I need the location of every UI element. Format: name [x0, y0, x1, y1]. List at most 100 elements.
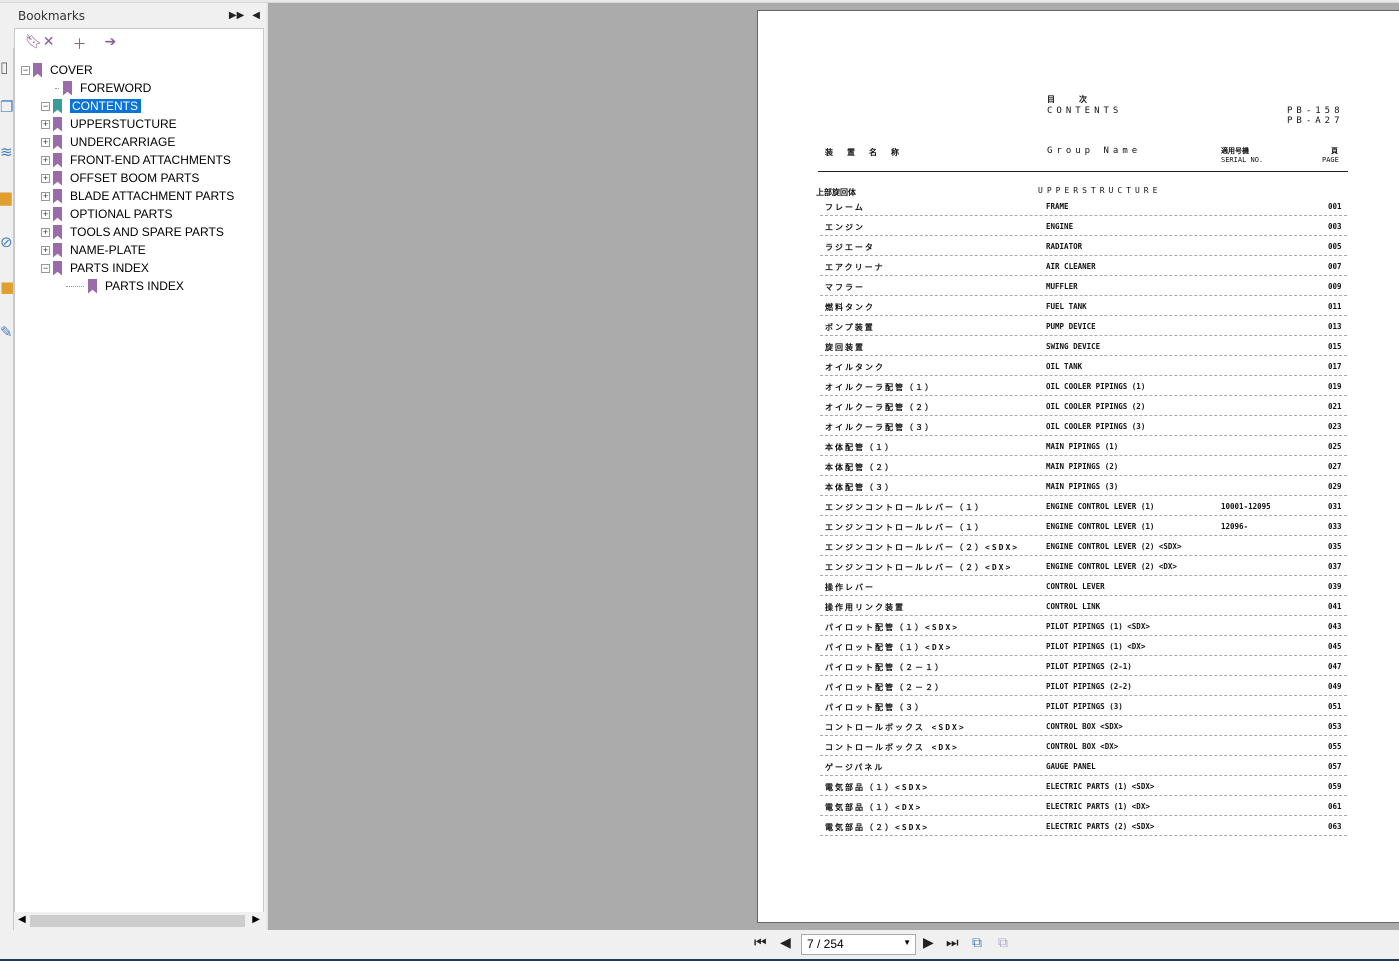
row-divider	[820, 295, 1347, 296]
col-header-jp: 装 置 名 称	[825, 148, 902, 157]
bookmark-item[interactable]: − COVER	[21, 61, 93, 79]
row-group-en: CONTROL LEVER	[1046, 582, 1105, 591]
bookmark-item[interactable]: − PARTS INDEX	[41, 259, 149, 277]
bookmark-item[interactable]: + NAME-PLATE	[41, 241, 146, 259]
collapse-icon[interactable]: −	[41, 101, 50, 111]
row-group-en: ENGINE CONTROL LEVER (2) <SDX>	[1046, 542, 1182, 551]
row-group-en: PILOT PIPINGS (2-2)	[1046, 682, 1132, 691]
comments-icon[interactable]: ▆	[0, 188, 14, 206]
bookmark-item[interactable]: − CONTENTS	[41, 97, 141, 115]
horizontal-scrollbar[interactable]: ◀ ▶	[14, 912, 264, 930]
expand-icon[interactable]: +	[41, 137, 50, 147]
previous-view-icon[interactable]: ⧉	[972, 935, 982, 951]
page-thumbnails-icon[interactable]: ▯	[0, 58, 14, 76]
signature-icon[interactable]: ✎	[0, 323, 14, 341]
title-en: CONTENTS	[1047, 106, 1123, 116]
row-divider	[820, 375, 1347, 376]
bookmark-item[interactable]: + FRONT-END ATTACHMENTS	[41, 151, 231, 169]
row-page: 049	[1328, 682, 1342, 691]
bookmark-item[interactable]: + UNDERCARRIAGE	[41, 133, 175, 151]
chevron-down-icon[interactable]: ▼	[903, 938, 911, 947]
prev-page-button[interactable]: ◀	[780, 935, 791, 951]
bookmark-label: FRONT-END ATTACHMENTS	[70, 153, 231, 167]
page-number-input[interactable]: 7 / 254 ▼	[801, 934, 916, 955]
bookmark-icon	[53, 98, 62, 114]
row-page: 045	[1328, 642, 1342, 651]
expand-icon[interactable]: +	[41, 245, 50, 255]
add-bookmark-icon[interactable]: ＋	[73, 34, 87, 61]
row-group-jp: 燃料タンク	[825, 303, 875, 312]
bookmark-label: UPPERSTUCTURE	[70, 117, 177, 131]
row-group-en: FRAME	[1046, 202, 1069, 211]
row-group-jp: ゲージパネル	[825, 763, 885, 772]
row-group-jp: パイロット配管（１）<DX>	[825, 643, 953, 652]
row-page: 011	[1328, 302, 1342, 311]
section-jp: 上部旋回体	[816, 188, 856, 197]
row-page: 053	[1328, 722, 1342, 731]
bookmark-tree: 🔖︎✕ ＋ ➔ − COVER FOREWORD − CONTENTS + UPPERSTU…	[14, 28, 264, 915]
scroll-right-icon[interactable]: ▶	[252, 914, 260, 925]
row-page: 039	[1328, 582, 1342, 591]
collapse-icon[interactable]: −	[21, 65, 30, 75]
go-to-bookmark-icon[interactable]: ➔	[105, 34, 117, 61]
row-group-jp: エンジンコントロールレバー（１）	[825, 503, 985, 512]
security-lock-icon[interactable]: ■	[0, 278, 14, 296]
bookmark-item[interactable]: + UPPERSTUCTURE	[41, 115, 177, 133]
row-serial: 12096-	[1221, 522, 1249, 531]
row-group-jp: オイルクーラ配管（３）	[825, 423, 935, 432]
layers-icon[interactable]: ≋	[0, 143, 14, 161]
triangle-left-icon[interactable]: ◀	[252, 10, 260, 21]
row-group-jp: 電気部品（２）<SDX>	[825, 823, 930, 832]
row-page: 003	[1328, 222, 1342, 231]
title-jp: 目 次	[1047, 95, 1087, 104]
double-arrow-icon[interactable]: ▶▶	[229, 10, 244, 21]
row-serial: 10001-12095	[1221, 502, 1271, 511]
delete-bookmark-icon[interactable]: 🔖︎✕	[25, 34, 55, 61]
bookmark-item[interactable]: FOREWORD	[55, 79, 151, 97]
next-view-icon[interactable]: ⧉	[998, 935, 1008, 951]
col-header-en: Group Name	[1047, 146, 1142, 156]
bookmark-label: BLADE ATTACHMENT PARTS	[70, 189, 235, 203]
page-number-value: 7 / 254	[807, 937, 844, 951]
row-divider	[820, 595, 1347, 596]
expand-icon[interactable]: +	[41, 227, 50, 237]
row-page: 025	[1328, 442, 1342, 451]
bookmark-icon	[63, 80, 72, 96]
row-page: 059	[1328, 782, 1342, 791]
row-page: 063	[1328, 822, 1342, 831]
bookmark-item[interactable]: + OFFSET BOOM PARTS	[41, 169, 199, 187]
panel-title: Bookmarks	[18, 8, 86, 23]
bookmark-item[interactable]: + BLADE ATTACHMENT PARTS	[41, 187, 234, 205]
attachments-icon[interactable]: ⊘	[0, 233, 14, 251]
bookmark-item[interactable]: + TOOLS AND SPARE PARTS	[41, 223, 224, 241]
row-group-jp: コントロールボックス <DX>	[825, 743, 959, 752]
row-group-en: CONTROL BOX <SDX>	[1046, 722, 1123, 731]
row-divider	[820, 515, 1347, 516]
row-group-en: RADIATOR	[1046, 242, 1083, 251]
scroll-left-icon[interactable]: ◀	[18, 914, 26, 925]
expand-icon[interactable]: +	[41, 209, 50, 219]
pages-icon[interactable]: ❐	[0, 98, 14, 116]
expand-icon[interactable]: +	[41, 155, 50, 165]
side-icon-bar: ▯ ❐ ≋ ▆ ⊘ ■ ✎	[0, 48, 14, 930]
row-page: 009	[1328, 282, 1342, 291]
expand-icon[interactable]: +	[41, 173, 50, 183]
section-en: UPPERSTRUCTURE	[1038, 186, 1162, 195]
next-page-button[interactable]: ▶	[923, 935, 934, 951]
expand-icon[interactable]: +	[41, 119, 50, 129]
expand-icon[interactable]: +	[41, 191, 50, 201]
first-page-button[interactable]: ⏮	[754, 935, 767, 951]
row-divider	[820, 815, 1347, 816]
row-group-jp: コントロールボックス <SDX>	[825, 723, 966, 732]
collapse-icon[interactable]: −	[41, 263, 50, 273]
row-divider	[820, 795, 1347, 796]
bookmark-icon	[53, 224, 62, 240]
row-group-en: ENGINE CONTROL LEVER (2) <DX>	[1046, 562, 1177, 571]
scroll-thumb[interactable]	[30, 915, 245, 927]
last-page-button[interactable]: ⏭	[946, 935, 959, 951]
bookmark-item[interactable]: + OPTIONAL PARTS	[41, 205, 172, 223]
bookmark-label: TOOLS AND SPARE PARTS	[70, 225, 224, 239]
row-divider	[820, 575, 1347, 576]
bookmark-item[interactable]: PARTS INDEX	[66, 277, 184, 295]
row-divider	[820, 535, 1347, 536]
